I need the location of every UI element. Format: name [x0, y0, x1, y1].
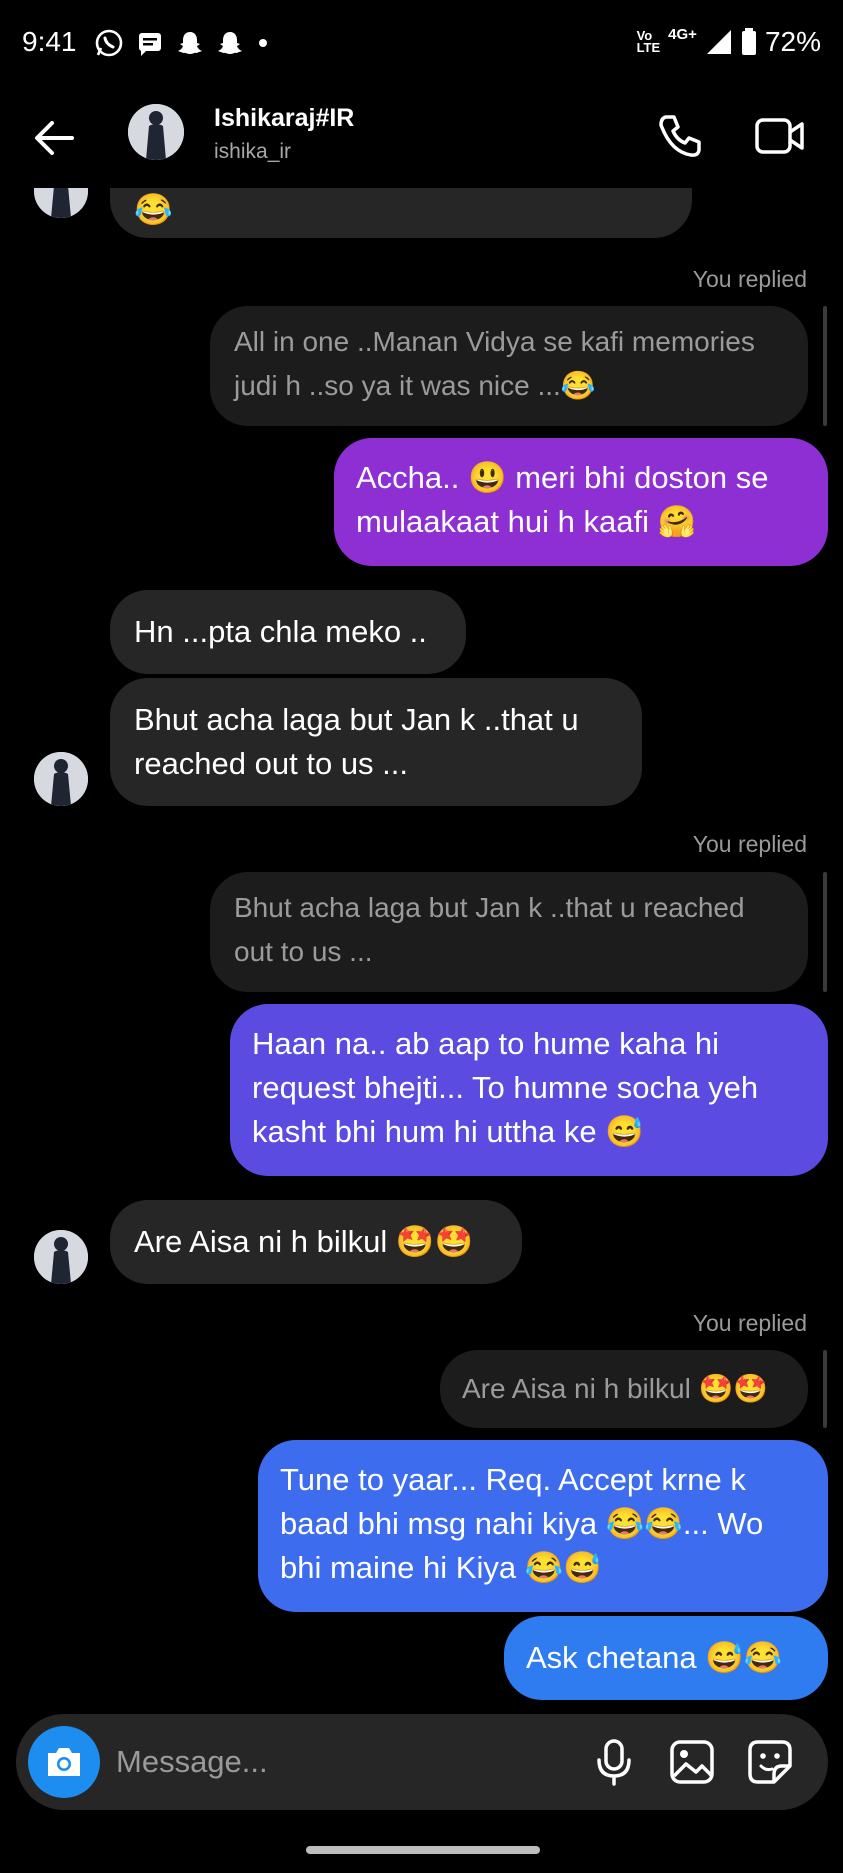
sender-avatar — [34, 1230, 88, 1284]
sender-avatar — [34, 752, 88, 806]
quoted-message[interactable]: Are Aisa ni h bilkul 🤩🤩 — [440, 1350, 808, 1428]
quote-indicator — [823, 1350, 827, 1428]
home-indicator[interactable] — [306, 1846, 540, 1854]
snapchat-icon — [178, 32, 202, 54]
contact-name[interactable]: Ishikaraj#IR — [214, 104, 354, 133]
message-thread[interactable]: 😂 You replied All in one ..Manan Vidya s… — [0, 188, 843, 1710]
status-bar: 9:41 Vo LTE 4G+ 72% — [0, 0, 843, 92]
phone-icon[interactable] — [656, 112, 704, 160]
microphone-icon[interactable] — [592, 1738, 636, 1786]
sticker-icon[interactable] — [746, 1738, 794, 1786]
message-input[interactable] — [116, 1736, 476, 1788]
signal-icon — [706, 30, 731, 54]
sender-avatar — [34, 188, 88, 218]
quoted-message[interactable]: All in one ..Manan Vidya se kafi memorie… — [210, 306, 808, 426]
gallery-icon[interactable] — [668, 1738, 716, 1786]
network-type: 4G+ — [668, 25, 697, 43]
camera-button[interactable] — [28, 1726, 100, 1798]
you-replied-label: You replied — [692, 266, 807, 292]
camera-icon — [48, 1748, 80, 1776]
outgoing-message[interactable]: Tune to yaar... Req. Accept krne k baad … — [258, 1440, 828, 1612]
back-arrow-icon[interactable] — [30, 114, 78, 162]
you-replied-label: You replied — [692, 831, 807, 857]
quote-indicator — [823, 306, 827, 426]
notification-icons — [94, 28, 270, 58]
whatsapp-icon — [95, 29, 123, 57]
chat-header: Ishikaraj#IR ishika_ir — [0, 92, 843, 188]
quoted-message[interactable]: Bhut acha laga but Jan k ..that u reache… — [210, 872, 808, 992]
video-camera-icon[interactable] — [754, 112, 806, 160]
incoming-message[interactable]: Hn ...pta chla meko .. — [110, 590, 466, 674]
message-icon — [139, 33, 161, 56]
battery-percent: 72% — [764, 26, 821, 57]
contact-username[interactable]: ishika_ir — [214, 140, 291, 164]
status-time: 9:41 — [22, 26, 77, 57]
contact-avatar[interactable] — [128, 104, 184, 160]
snapchat-icon — [218, 32, 242, 54]
more-notifications-dot-icon — [259, 39, 267, 47]
volte-indicator: Vo LTE — [636, 28, 661, 55]
status-right: Vo LTE 4G+ 72% — [637, 26, 821, 58]
quote-indicator — [823, 872, 827, 992]
outgoing-message[interactable]: Haan na.. ab aap to hume kaha hi request… — [230, 1004, 828, 1176]
incoming-message[interactable]: Are Aisa ni h bilkul 🤩🤩 — [110, 1200, 522, 1284]
outgoing-message[interactable]: Accha.. 😃 meri bhi doston se mulaakaat h… — [334, 438, 828, 566]
incoming-message[interactable]: Bhut acha laga but Jan k ..that u reache… — [110, 678, 642, 806]
battery-icon — [741, 28, 756, 55]
you-replied-label: You replied — [692, 1310, 807, 1336]
message-composer — [16, 1714, 828, 1810]
incoming-message[interactable]: 😂 — [110, 188, 692, 238]
outgoing-message[interactable]: Ask chetana 😅😂 — [504, 1616, 828, 1700]
